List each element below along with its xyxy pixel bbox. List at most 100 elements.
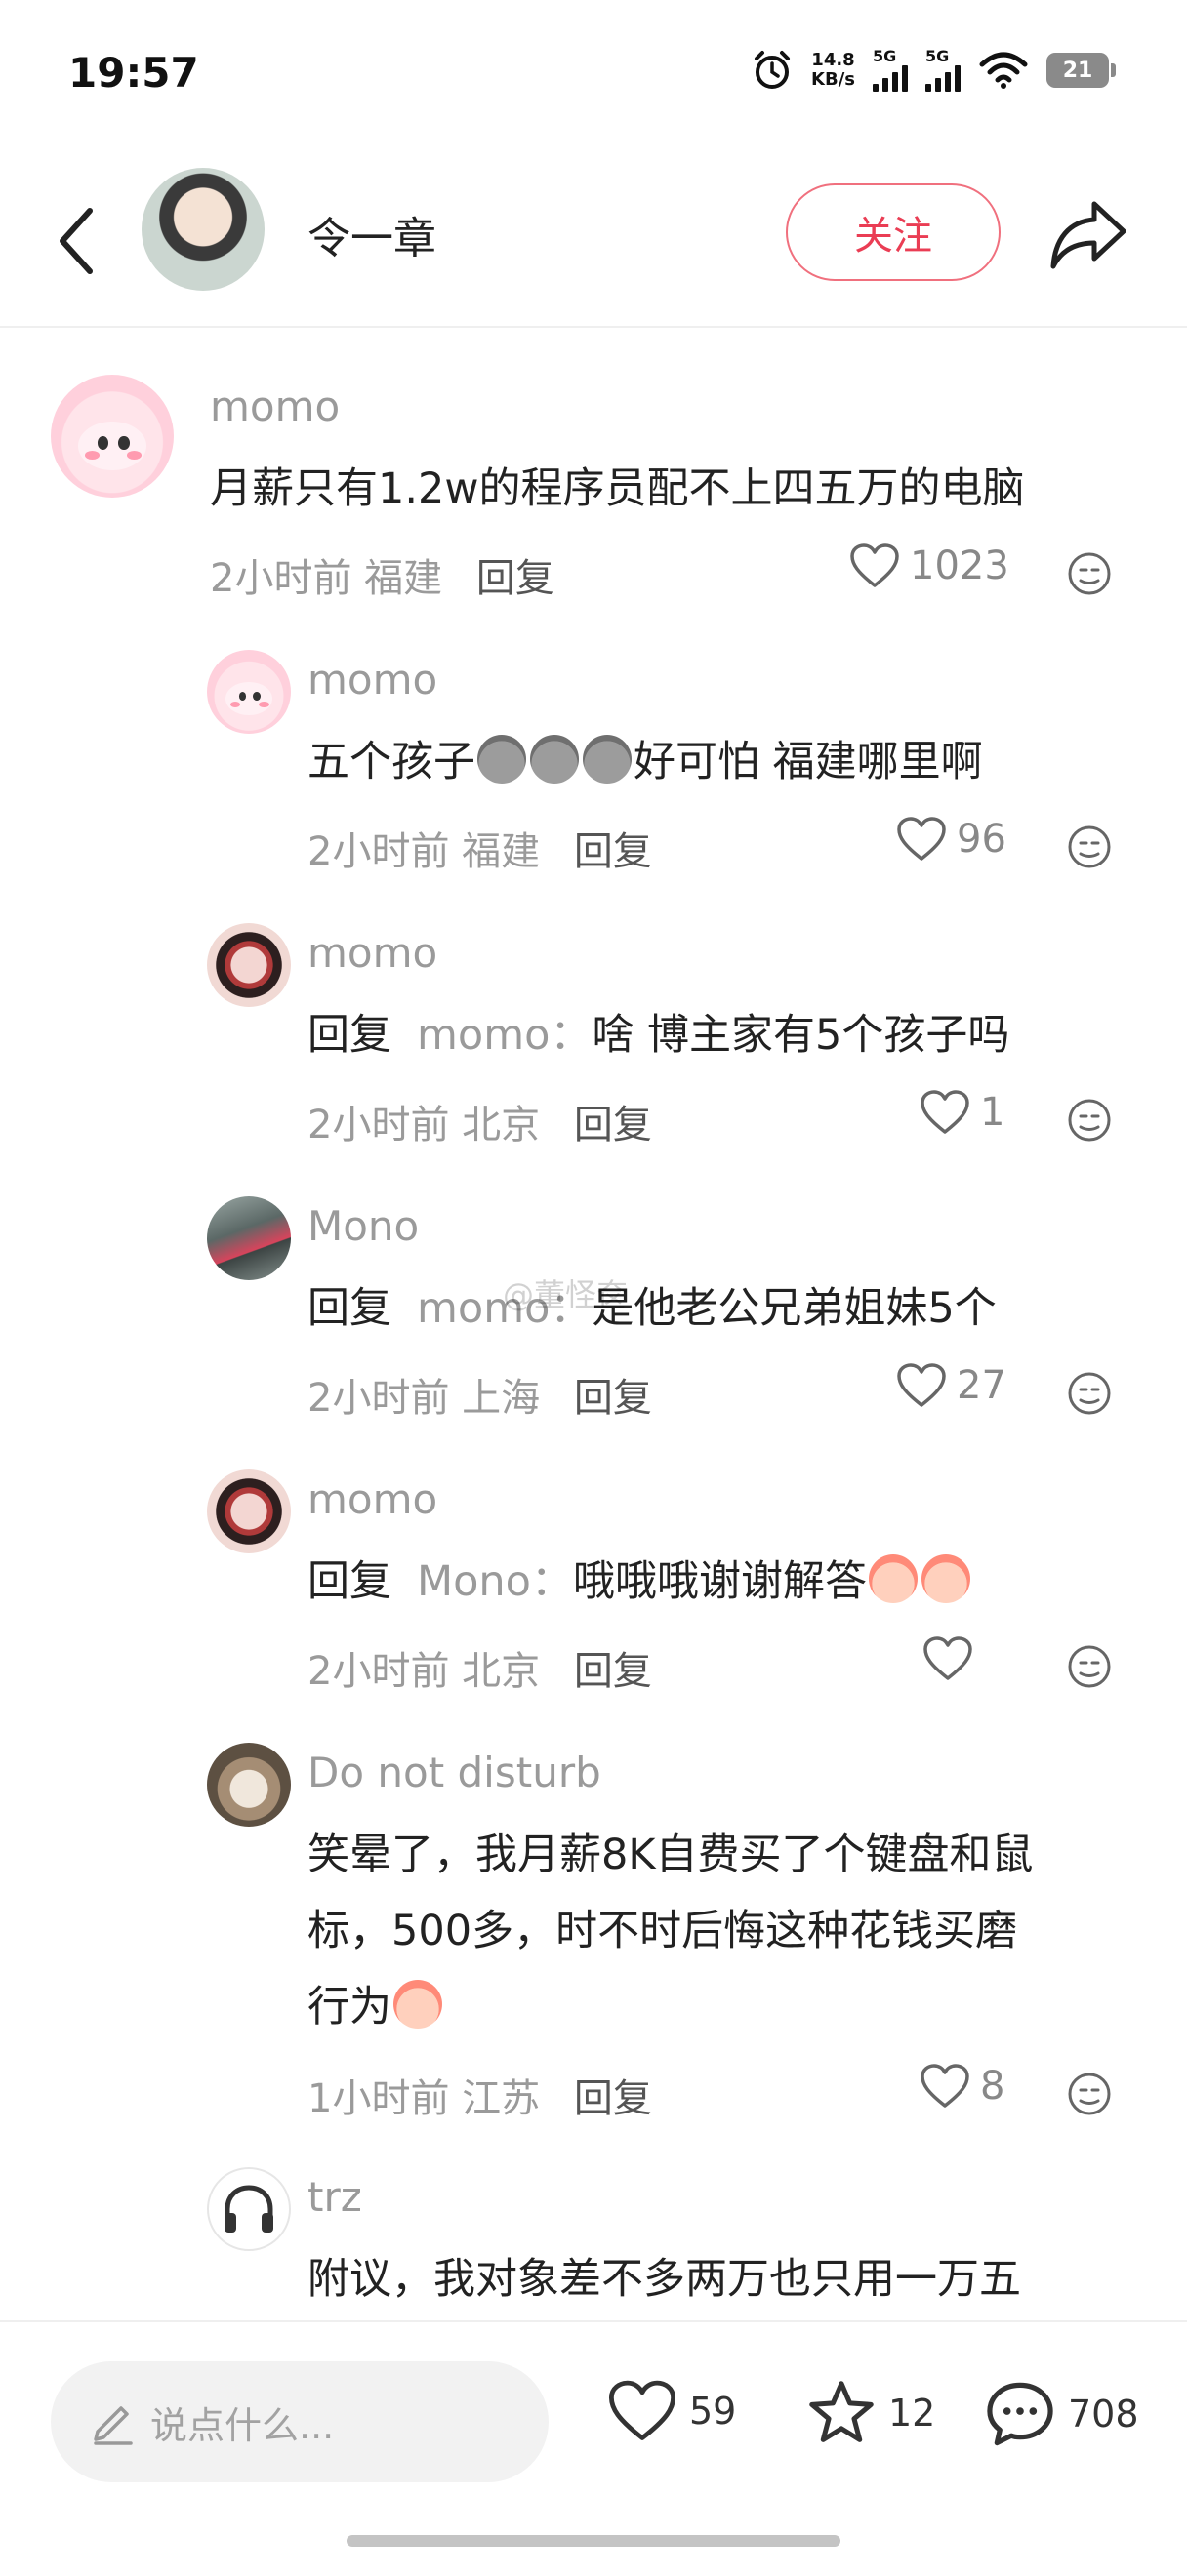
- emoji-icon[interactable]: [1066, 1370, 1113, 1417]
- commenter-avatar[interactable]: [207, 2167, 291, 2251]
- reply-item: trz 附议，我对象差不多两万也只用一万五: [0, 2152, 1187, 2320]
- emoji-icon[interactable]: [1066, 550, 1113, 597]
- reply-button[interactable]: 回复: [476, 556, 554, 601]
- post-favorite-count: 12: [888, 2392, 936, 2435]
- reply-button[interactable]: 回复: [574, 1649, 652, 1694]
- emoji-icon[interactable]: [1066, 824, 1113, 870]
- sticker-emoji: [921, 1554, 970, 1603]
- comment-text[interactable]: 回复 momo：啥 博主家有5个孩子吗: [307, 997, 1009, 1073]
- post-like-count: 59: [689, 2390, 737, 2433]
- commenter-name[interactable]: momo: [210, 382, 340, 430]
- follow-button[interactable]: 关注: [786, 183, 1001, 281]
- reply-button[interactable]: 回复: [574, 2076, 652, 2121]
- like-button[interactable]: [922, 1635, 983, 1682]
- comment-text[interactable]: 回复 Mono：哦哦哦谢谢解答: [307, 1544, 972, 1620]
- commenter-name[interactable]: momo: [307, 656, 437, 704]
- commenter-name[interactable]: Mono: [307, 1202, 419, 1250]
- like-count: 27: [957, 1363, 1006, 1408]
- comment-time: 2小时前: [210, 556, 352, 601]
- reply-target-name[interactable]: Mono：: [417, 1557, 573, 1606]
- commenter-avatar[interactable]: [207, 923, 291, 1007]
- alarm-icon: [755, 51, 791, 89]
- commenter-avatar[interactable]: [207, 1469, 291, 1553]
- commenter-avatar[interactable]: [207, 650, 291, 734]
- like-count: 1: [980, 1090, 1005, 1135]
- like-count: 96: [957, 817, 1006, 862]
- commenter-avatar[interactable]: [51, 375, 174, 498]
- share-icon: [1050, 201, 1126, 269]
- comment-item: momo 月薪只有1.2w的程序员配不上四五万的电脑 2小时前 福建 回复 10…: [0, 361, 1187, 615]
- comment-meta: 2小时前 福建 回复: [307, 820, 652, 876]
- comment-time: 2小时前: [307, 1376, 450, 1421]
- signal-bars-icon: [873, 64, 908, 92]
- like-button[interactable]: 27: [896, 1362, 1006, 1409]
- reply-item: momo 回复 Mono：哦哦哦谢谢解答 2小时前 北京 回复: [0, 1454, 1187, 1708]
- comment-location: 福建: [364, 556, 443, 601]
- comment-input[interactable]: 说点什么...: [51, 2361, 549, 2482]
- commenter-name[interactable]: Do not disturb: [307, 1749, 601, 1796]
- comment-meta: 2小时前 北京 回复: [307, 1639, 652, 1696]
- watermark: @董怪奁: [503, 1276, 629, 1313]
- emoji-icon[interactable]: [1066, 1643, 1113, 1690]
- heart-icon: [921, 1090, 969, 1134]
- emoji-icon[interactable]: [1066, 2071, 1113, 2117]
- heart-icon: [608, 2380, 676, 2440]
- headphones-icon: [225, 2185, 273, 2233]
- post-comment-count: 708: [1068, 2393, 1139, 2435]
- status-bar: 19:57 14.8 KB/s 5G 5G 21: [0, 0, 1187, 146]
- comment-time: 1小时前: [307, 2076, 450, 2121]
- reply-target-name[interactable]: momo：: [417, 1011, 592, 1060]
- like-button[interactable]: 1023: [849, 543, 1009, 589]
- heart-icon: [897, 817, 946, 861]
- sticker-emoji: [530, 735, 579, 784]
- like-button[interactable]: 1: [920, 1089, 1004, 1136]
- signal-1: 5G: [873, 49, 908, 92]
- sticker-emoji: [583, 735, 632, 784]
- signal-2: 5G: [925, 49, 961, 92]
- comment-time: 2小时前: [307, 1103, 450, 1147]
- sticker-emoji: [393, 1980, 442, 2029]
- comment-location: 上海: [462, 1376, 541, 1421]
- signal-bars-icon: [925, 64, 961, 92]
- like-count: 8: [980, 2064, 1005, 2109]
- star-icon: [809, 2381, 874, 2442]
- reply-button[interactable]: 回复: [574, 1103, 652, 1147]
- reply-button[interactable]: 回复: [574, 1376, 652, 1421]
- comment-text[interactable]: 附议，我对象差不多两万也只用一万五: [307, 2241, 1021, 2317]
- battery-indicator: 21: [1046, 53, 1116, 88]
- commenter-name[interactable]: momo: [307, 929, 437, 977]
- post-favorite-button[interactable]: 12: [806, 2379, 935, 2447]
- commenter-name[interactable]: trz: [307, 2173, 362, 2221]
- like-button[interactable]: 96: [896, 816, 1006, 863]
- net-speed: 14.8 KB/s: [811, 50, 855, 90]
- post-comment-button[interactable]: 708: [984, 2379, 1139, 2449]
- wifi-icon: [979, 52, 1028, 89]
- comment-input-placeholder: 说点什么...: [150, 2403, 335, 2447]
- reply-button[interactable]: 回复: [574, 829, 652, 874]
- comment-text[interactable]: 笑晕了，我月薪8K自费买了个键盘和鼠 标，500多，时不时后悔这种花钱买磨 行为: [307, 1817, 1034, 2045]
- comment-text[interactable]: 回复 momo：是他老公兄弟姐妹5个: [307, 1270, 997, 1347]
- author-avatar[interactable]: [142, 168, 265, 291]
- sticker-emoji: [868, 1554, 918, 1603]
- comment-text[interactable]: 五个孩子 好可怕 福建哪里啊: [307, 724, 983, 800]
- like-button[interactable]: 8: [920, 2063, 1004, 2110]
- reply-item: momo 回复 momo：啥 博主家有5个孩子吗 2小时前 北京 回复 1: [0, 907, 1187, 1161]
- status-icons: 14.8 KB/s 5G 5G 21: [751, 49, 1116, 92]
- sticker-emoji: [477, 735, 526, 784]
- back-button[interactable]: [47, 197, 105, 285]
- comment-text[interactable]: 月薪只有1.2w的程序员配不上四五万的电脑: [210, 451, 1025, 527]
- home-indicator[interactable]: [347, 2535, 840, 2547]
- like-count: 1023: [910, 543, 1009, 588]
- commenter-avatar[interactable]: [207, 1743, 291, 1827]
- author-name[interactable]: 令一章: [307, 203, 436, 265]
- heart-icon: [923, 1636, 972, 1680]
- emoji-icon[interactable]: [1066, 1097, 1113, 1144]
- post-like-button[interactable]: 59: [607, 2379, 736, 2443]
- comment-time: 2小时前: [307, 1649, 450, 1694]
- commenter-avatar[interactable]: [207, 1196, 291, 1280]
- back-icon: [60, 208, 93, 274]
- share-button[interactable]: [1044, 191, 1132, 279]
- reply-item: momo 五个孩子 好可怕 福建哪里啊 2小时前 福建 回复 96: [0, 634, 1187, 888]
- reply-item: Do not disturb 笑晕了，我月薪8K自费买了个键盘和鼠 标，500多…: [0, 1727, 1187, 2137]
- commenter-name[interactable]: momo: [307, 1475, 437, 1523]
